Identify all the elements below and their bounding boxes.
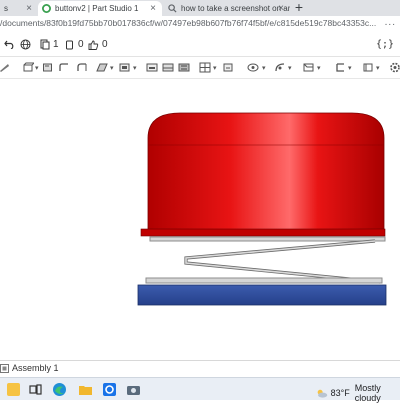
follow-button[interactable]: 1 xyxy=(40,39,59,50)
chevron-down-icon[interactable]: ▾ xyxy=(35,64,39,72)
comments-button[interactable]: 0 xyxy=(65,39,84,50)
cloudy-weather-icon xyxy=(317,389,328,398)
browser-tab-part-studio[interactable]: buttonv2 | Part Studio 1 × xyxy=(38,1,162,16)
split-tool-icon[interactable] xyxy=(222,62,234,73)
more-icon[interactable]: ... xyxy=(385,17,396,28)
browser-tab-search[interactable]: how to take a screenshot on an × xyxy=(164,1,290,16)
feature-toolbar: ▾ ▾ ▾ ▾ ▾ ▾ ▾ ▾ ▾ xyxy=(0,57,400,79)
windows-taskbar: 83°F Mostly cloudy xyxy=(0,377,400,403)
undo-arrow-icon xyxy=(4,40,14,49)
new-tab-button[interactable]: + xyxy=(292,0,306,16)
3d-model-view[interactable] xyxy=(0,80,400,360)
loft-tool-icon[interactable] xyxy=(76,62,88,73)
url-text[interactable]: /documents/83f0b19fd75bb70b017836cf/w/07… xyxy=(0,18,376,28)
onshape-icon xyxy=(42,4,51,13)
follow-count: 1 xyxy=(53,39,59,50)
chevron-down-icon[interactable]: ▾ xyxy=(288,64,292,72)
weather-widget[interactable]: 83°F Mostly cloudy xyxy=(316,383,400,403)
document-copy-icon xyxy=(40,39,50,50)
temperature: 83°F xyxy=(330,388,350,398)
revolve-tool-icon[interactable] xyxy=(42,62,54,73)
spring[interactable] xyxy=(145,236,386,284)
comment-icon xyxy=(66,40,73,49)
thumbs-up-icon xyxy=(88,40,99,50)
globe-icon xyxy=(20,39,31,50)
chevron-down-icon[interactable]: ▾ xyxy=(213,64,217,72)
search-icon xyxy=(168,4,177,13)
document-header: 1 0 0 {;} xyxy=(0,31,400,57)
task-view-icon[interactable] xyxy=(28,382,43,397)
graphics-area[interactable] xyxy=(0,80,400,360)
plane-tool-icon[interactable] xyxy=(303,62,315,73)
file-explorer-icon[interactable] xyxy=(78,382,93,397)
undo-button[interactable] xyxy=(4,39,18,49)
like-count: 0 xyxy=(102,39,108,50)
code-icon[interactable]: {;} xyxy=(376,39,394,50)
frame-tool-icon[interactable] xyxy=(362,62,374,73)
sticky-notes-icon[interactable] xyxy=(6,382,21,397)
tab-title: s xyxy=(4,4,8,13)
fillet-tool-icon[interactable] xyxy=(119,62,131,73)
thicken-tool-icon[interactable] xyxy=(96,62,108,73)
tab-title: how to take a screenshot on an xyxy=(181,4,290,13)
chevron-down-icon[interactable]: ▾ xyxy=(262,64,266,72)
chevron-down-icon[interactable]: ▾ xyxy=(348,64,352,72)
edge-browser-icon[interactable] xyxy=(52,382,67,397)
gear-icon[interactable] xyxy=(389,62,400,73)
like-button[interactable]: 0 xyxy=(88,39,108,50)
base-plate[interactable] xyxy=(137,284,387,306)
browser-tab-strip: s × buttonv2 | Part Studio 1 × how to ta… xyxy=(0,0,400,16)
extrude-tool-icon[interactable] xyxy=(22,62,34,73)
tab-label: Assembly 1 xyxy=(12,363,59,373)
chevron-down-icon[interactable]: ▾ xyxy=(110,64,114,72)
assembly-icon xyxy=(0,363,9,373)
chevron-down-icon[interactable]: ▾ xyxy=(376,64,380,72)
close-icon[interactable]: × xyxy=(150,3,156,14)
rib-tool-icon[interactable] xyxy=(178,62,190,73)
pattern-tool-icon[interactable] xyxy=(274,62,286,73)
chevron-down-icon[interactable]: ▾ xyxy=(317,64,321,72)
chevron-down-icon[interactable]: ▾ xyxy=(133,64,137,72)
tab-assembly-1[interactable]: Assembly 1 xyxy=(0,363,59,373)
tab-title: buttonv2 | Part Studio 1 xyxy=(55,4,139,13)
comment-count: 0 xyxy=(78,39,84,50)
globe-button[interactable] xyxy=(20,39,34,50)
weather-condition: Mostly cloudy xyxy=(354,383,381,403)
draft-tool-icon[interactable] xyxy=(162,62,174,73)
sketch-tool-icon[interactable] xyxy=(0,62,10,73)
document-tab-bar: Assembly 1 xyxy=(0,360,400,376)
chrome-browser-icon[interactable] xyxy=(102,382,117,397)
boolean-tool-icon[interactable] xyxy=(199,62,211,73)
close-icon[interactable]: × xyxy=(26,3,32,14)
browser-tab-previous[interactable]: s × xyxy=(0,1,38,16)
button-cap[interactable] xyxy=(140,112,386,237)
sheet-metal-tool-icon[interactable] xyxy=(334,62,346,73)
sweep-tool-icon[interactable] xyxy=(58,62,70,73)
transform-tool-icon[interactable] xyxy=(247,62,259,73)
address-bar[interactable]: /documents/83f0b19fd75bb70b017836cf/w/07… xyxy=(0,16,400,31)
camera-icon[interactable] xyxy=(126,382,141,397)
close-icon[interactable]: × xyxy=(278,3,284,14)
shell-tool-icon[interactable] xyxy=(146,62,158,73)
